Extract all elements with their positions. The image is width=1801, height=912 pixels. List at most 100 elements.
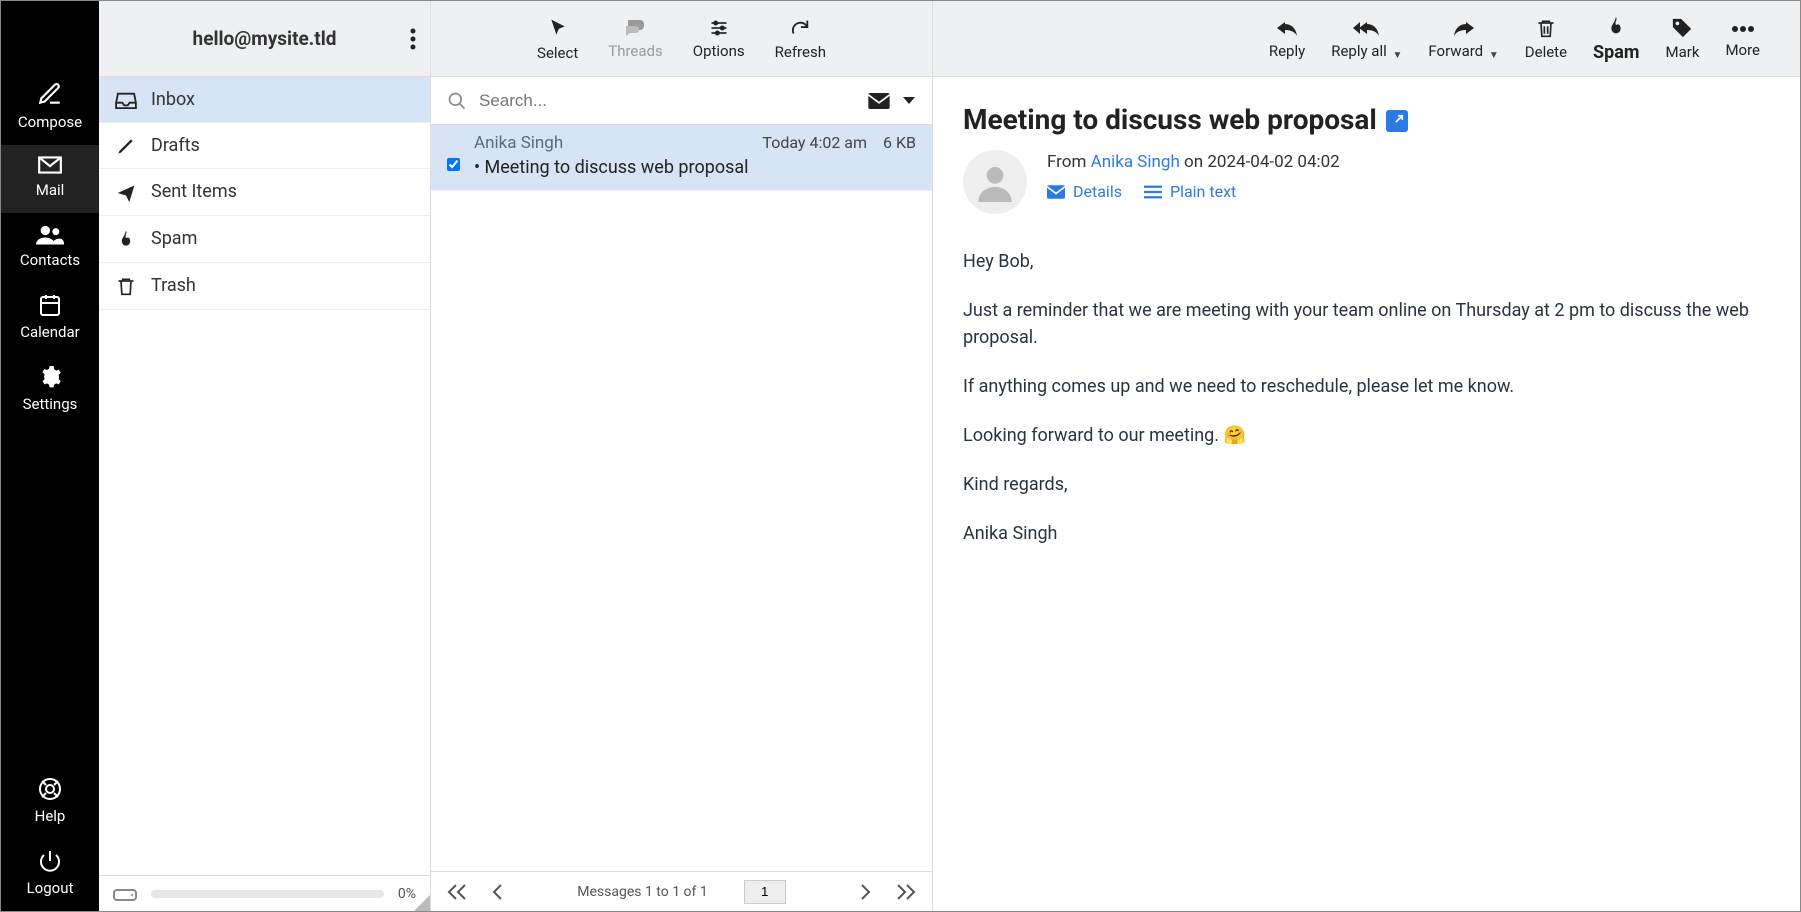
more-icon [1725, 19, 1760, 37]
forward-button[interactable]: Forward ▼ [1428, 17, 1498, 59]
message-checkbox[interactable] [447, 151, 460, 178]
disk-icon [113, 885, 137, 901]
spam-button[interactable]: Spam [1593, 14, 1639, 63]
account-menu-button[interactable] [410, 28, 416, 50]
nav-compose-label: Compose [18, 113, 82, 131]
more-label: More [1725, 41, 1760, 59]
pager-first[interactable] [447, 883, 467, 899]
person-icon [975, 162, 1015, 202]
fire-icon [115, 228, 137, 250]
delete-label: Delete [1525, 43, 1567, 61]
folder-label: Spam [151, 228, 197, 249]
folder-inbox[interactable]: Inbox [99, 77, 430, 123]
body-paragraph: If anything comes up and we need to resc… [963, 373, 1770, 400]
refresh-button[interactable]: Refresh [775, 17, 826, 61]
details-link[interactable]: Details [1047, 182, 1122, 201]
threads-icon [608, 17, 662, 37]
folder-trash[interactable]: Trash [99, 263, 430, 310]
message-list: Anika Singh Today 4:02 am 6 KB Meeting t… [431, 125, 932, 871]
reply-icon [1269, 17, 1305, 37]
nav-help[interactable]: Help [1, 767, 99, 839]
power-icon [1, 849, 99, 873]
folder-list: Inbox Drafts Sent Items Spam [99, 77, 430, 875]
forward-label: Forward [1428, 42, 1483, 60]
nav-logout[interactable]: Logout [1, 839, 99, 911]
threads-button[interactable]: Threads [608, 17, 662, 59]
search-bar [431, 77, 932, 125]
message-body: Hey Bob, Just a reminder that we are mee… [933, 224, 1800, 593]
from-block: From Anika Singh on 2024-04-02 04:02 Det… [1047, 150, 1340, 201]
more-button[interactable]: More [1725, 19, 1760, 59]
nav-settings-label: Settings [23, 395, 78, 413]
quota-bar: 0% [99, 875, 430, 911]
message-date: Today 4:02 am [762, 133, 867, 152]
folder-label: Inbox [151, 89, 195, 110]
gear-icon [1, 365, 99, 389]
trash-icon [115, 275, 137, 297]
folder-spam[interactable]: Spam [99, 216, 430, 263]
open-external-button[interactable] [1386, 110, 1408, 132]
envelope-icon[interactable] [868, 92, 890, 108]
list-toolbar: Select Threads Options Refresh [431, 1, 932, 77]
chevron-down-icon[interactable]: ▼ [1393, 50, 1403, 61]
chevron-left-icon [491, 884, 503, 900]
compose-icon [1, 81, 99, 107]
refresh-label: Refresh [775, 43, 826, 61]
message-subject-heading: Meeting to discuss web proposal [963, 103, 1377, 136]
body-paragraph: Hey Bob, [963, 248, 1770, 275]
reply-label: Reply [1269, 42, 1305, 60]
nav-calendar-label: Calendar [20, 323, 80, 341]
message-subject: Meeting to discuss web proposal [474, 157, 916, 178]
folder-sent[interactable]: Sent Items [99, 169, 430, 215]
pencil-icon [115, 135, 137, 156]
message-size: 6 KB [883, 133, 916, 152]
options-button[interactable]: Options [693, 17, 745, 59]
chevrons-right-icon [896, 884, 916, 900]
reply-button[interactable]: Reply [1269, 17, 1305, 59]
pager-prev[interactable] [491, 883, 503, 899]
pager-page-input[interactable] [744, 880, 786, 904]
inbox-icon [115, 89, 137, 110]
folder-label: Sent Items [151, 181, 237, 202]
nav-mail[interactable]: Mail [1, 145, 99, 213]
plain-text-link[interactable]: Plain text [1144, 182, 1236, 201]
search-options-caret[interactable] [902, 93, 916, 109]
delete-button[interactable]: Delete [1525, 17, 1567, 61]
refresh-icon [775, 17, 826, 39]
cursor-icon [537, 16, 578, 40]
options-label: Options [693, 42, 745, 60]
threads-label: Threads [608, 42, 662, 60]
nav-settings[interactable]: Settings [1, 355, 99, 427]
folder-label: Trash [151, 275, 196, 296]
nav-compose[interactable]: Compose [1, 71, 99, 145]
pager-next[interactable] [860, 883, 872, 899]
reply-all-button[interactable]: Reply all ▼ [1331, 17, 1402, 59]
avatar [963, 150, 1027, 214]
pager-last[interactable] [896, 883, 916, 899]
envelope-icon [1047, 185, 1065, 199]
forward-icon [1428, 17, 1498, 37]
plane-icon [115, 181, 137, 202]
search-input[interactable] [479, 91, 856, 111]
folder-drafts[interactable]: Drafts [99, 123, 430, 169]
chevron-down-icon[interactable]: ▼ [1489, 50, 1499, 61]
nav-logout-label: Logout [27, 879, 74, 897]
select-button[interactable]: Select [537, 16, 578, 62]
message-header: Meeting to discuss web proposal From Ani… [933, 77, 1800, 224]
body-paragraph: Just a reminder that we are meeting with… [963, 297, 1770, 351]
spam-label: Spam [1593, 42, 1639, 63]
tag-icon [1665, 17, 1699, 39]
chevron-down-icon [902, 96, 916, 106]
mark-button[interactable]: Mark [1665, 17, 1699, 61]
resize-handle[interactable] [414, 895, 430, 911]
body-paragraph: Looking forward to our meeting. 🤗 [963, 422, 1770, 449]
contacts-icon [1, 223, 99, 245]
from-name-link[interactable]: Anika Singh [1091, 152, 1180, 172]
quota-progress [151, 890, 384, 898]
sliders-icon [693, 17, 745, 37]
nav-calendar[interactable]: Calendar [1, 283, 99, 355]
message-item[interactable]: Anika Singh Today 4:02 am 6 KB Meeting t… [431, 125, 932, 191]
nav-contacts[interactable]: Contacts [1, 213, 99, 283]
from-label: From [1047, 152, 1086, 172]
message-list-column: Select Threads Options Refresh [431, 1, 933, 911]
